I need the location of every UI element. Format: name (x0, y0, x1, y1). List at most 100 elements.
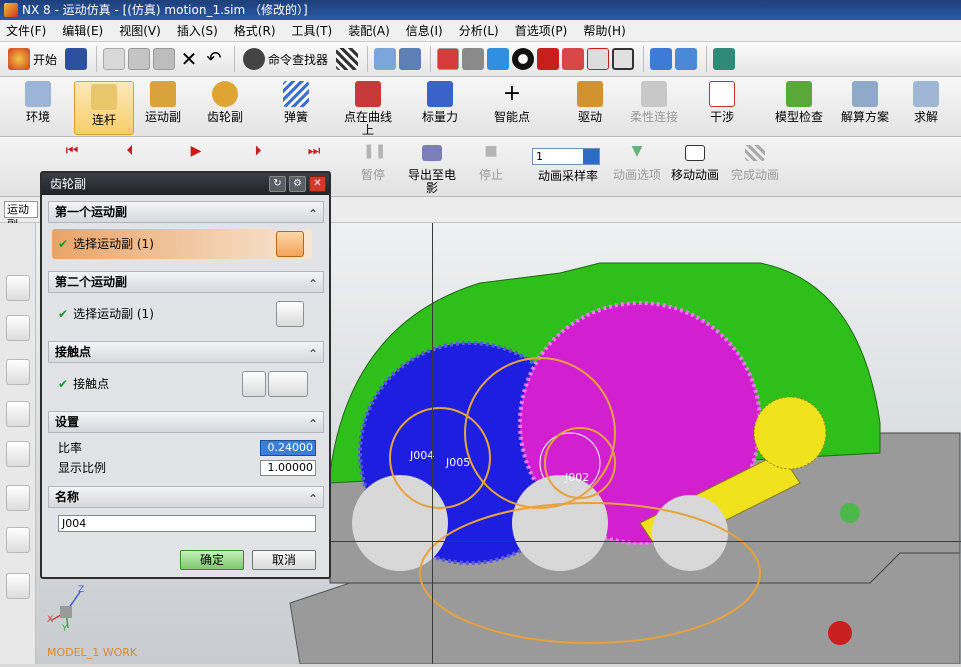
close-icon[interactable]: ✕ (309, 176, 326, 192)
ribbon-gear[interactable]: 齿轮副 (202, 81, 248, 124)
menu-format[interactable]: 格式(R) (234, 22, 276, 39)
grid-cube-icon[interactable] (562, 48, 585, 70)
menu-preferences[interactable]: 首选项(P) (515, 22, 568, 39)
animation-options-button[interactable]: ▼ 动画选项 (606, 144, 668, 182)
select-first-joint-row[interactable]: ✔ 选择运动副 (1) (52, 229, 312, 259)
ribbon-spring[interactable]: 弹簧 (276, 81, 316, 124)
menu-insert[interactable]: 插入(S) (177, 22, 218, 39)
ribbon-smart-point[interactable]: + 智能点 (490, 81, 534, 124)
select-object-button[interactable] (276, 231, 304, 257)
section-contact-point[interactable]: 接触点 ⌃ (48, 341, 324, 363)
reuse-library-icon[interactable] (6, 441, 30, 467)
menu-analysis[interactable]: 分析(L) (459, 22, 499, 39)
select-arrow-icon[interactable] (399, 48, 422, 70)
rewind-to-start-button[interactable]: ⏮ (60, 144, 84, 169)
chevron-up-icon[interactable]: ⌃ (308, 274, 318, 294)
ok-button[interactable]: 确定 (180, 550, 244, 570)
wcs-icon[interactable] (650, 48, 673, 70)
menu-help[interactable]: 帮助(H) (583, 22, 625, 39)
constraint-navigator-icon[interactable] (6, 315, 30, 341)
section-second-joint[interactable]: 第二个运动副 ⌃ (48, 271, 324, 293)
ribbon-solve[interactable]: 求解 (908, 81, 944, 124)
type-filter-dropdown[interactable]: 运动副 (4, 201, 38, 231)
stop-button[interactable]: ■ 停止 (474, 144, 508, 182)
chevron-down-icon[interactable] (583, 149, 599, 164)
delete-icon[interactable]: ✕ (178, 48, 200, 70)
ribbon-joint[interactable]: 运动副 (140, 81, 186, 124)
point-type-dropdown[interactable] (268, 371, 308, 397)
step-back-button[interactable]: ⏴ (118, 144, 142, 169)
settings-gear-icon[interactable]: ⚙ (289, 176, 306, 192)
ribbon-model-check[interactable]: 模型检查 (772, 81, 826, 124)
ribbon-environment[interactable]: 环境 (18, 81, 58, 124)
start-button[interactable]: 开始 (6, 45, 59, 73)
section-title: 第一个运动副 (55, 205, 128, 219)
ribbon-solution[interactable]: 解算方案 (838, 81, 892, 124)
ratio-input[interactable]: 0.24000 (260, 440, 316, 456)
cube-view-icon[interactable] (487, 48, 510, 70)
fit-view-icon[interactable] (437, 48, 460, 70)
chevron-up-icon[interactable]: ⌃ (308, 489, 318, 509)
motion-navigator-icon[interactable] (6, 401, 30, 427)
menu-tools[interactable]: 工具(T) (292, 22, 333, 39)
name-input[interactable]: J004 (58, 515, 316, 532)
finish-animation-button[interactable]: 完成动画 (728, 145, 782, 182)
section-name[interactable]: 名称 ⌃ (48, 486, 324, 508)
layers-icon[interactable] (713, 48, 736, 70)
background-icon[interactable] (612, 48, 635, 70)
export-movie-button[interactable]: 导出至电影 (404, 145, 460, 195)
red-cube-icon[interactable] (537, 48, 560, 70)
contact-point-row[interactable]: ✔ 接触点 (52, 369, 312, 399)
point-dialog-button[interactable] (242, 371, 266, 397)
ribbon-point-on-curve[interactable]: 点在曲线上 (340, 81, 396, 137)
toolbar-divider (367, 46, 369, 72)
drain-plug-red (828, 621, 852, 645)
section-first-joint[interactable]: 第一个运动副 ⌃ (48, 201, 324, 223)
display-scale-input[interactable]: 1.00000 (260, 460, 316, 476)
cut-icon[interactable] (103, 48, 126, 70)
menu-file[interactable]: 文件(F) (6, 22, 46, 39)
menu-edit[interactable]: 编辑(E) (62, 22, 103, 39)
checkered-flag-icon[interactable] (336, 48, 359, 70)
ribbon-driver[interactable]: 驱动 (570, 81, 610, 124)
history-icon[interactable] (6, 485, 30, 511)
select-object-button[interactable] (276, 301, 304, 327)
assembly-navigator-icon[interactable] (6, 275, 30, 301)
command-finder-button[interactable]: 命令查找器 (241, 45, 330, 73)
select-second-joint-row[interactable]: ✔ 选择运动副 (1) (52, 299, 312, 329)
save-icon[interactable] (65, 48, 88, 70)
fast-forward-button[interactable]: ⏭ (302, 144, 326, 169)
chevron-up-icon[interactable]: ⌃ (308, 344, 318, 364)
cancel-button[interactable]: 取消 (252, 550, 316, 570)
step-forward-button[interactable]: ⏵ (246, 144, 270, 169)
move-icon[interactable] (675, 48, 698, 70)
ribbon-link[interactable]: 连杆 (74, 81, 134, 135)
paste-icon[interactable] (153, 48, 176, 70)
pause-icon: ❚❚ (363, 143, 387, 159)
menu-assembly[interactable]: 装配(A) (348, 22, 390, 39)
toolbar-divider (706, 46, 708, 72)
section-settings[interactable]: 设置 ⌃ (48, 411, 324, 433)
sample-rate-dropdown[interactable]: 1 (532, 148, 600, 165)
undo-icon[interactable]: ↶ (203, 48, 225, 70)
scalar-force-icon (427, 81, 453, 107)
move-animation-button[interactable]: 移动动画 (668, 145, 722, 182)
part-navigator-icon[interactable] (6, 359, 30, 385)
part-navigator-icon[interactable] (374, 48, 397, 70)
copy-icon[interactable] (128, 48, 151, 70)
pause-button[interactable]: ❚❚ 暂停 (356, 143, 390, 182)
reset-icon[interactable]: ↻ (269, 176, 286, 192)
menu-view[interactable]: 视图(V) (119, 22, 161, 39)
wire-cube-icon[interactable] (587, 48, 610, 70)
play-button[interactable]: ▶ (184, 144, 208, 169)
palette-icon[interactable] (6, 527, 30, 553)
drain-plug-green (840, 503, 860, 523)
ribbon-scalar-force[interactable]: 标量力 (418, 81, 462, 124)
chevron-up-icon[interactable]: ⌃ (308, 414, 318, 434)
render-style-icon[interactable] (462, 48, 485, 70)
ribbon-interference[interactable]: 干涉 (704, 81, 740, 124)
web-browser-icon[interactable] (6, 573, 30, 599)
menu-info[interactable]: 信息(I) (406, 22, 443, 39)
shading-icon[interactable] (512, 48, 535, 70)
chevron-up-icon[interactable]: ⌃ (308, 204, 318, 224)
